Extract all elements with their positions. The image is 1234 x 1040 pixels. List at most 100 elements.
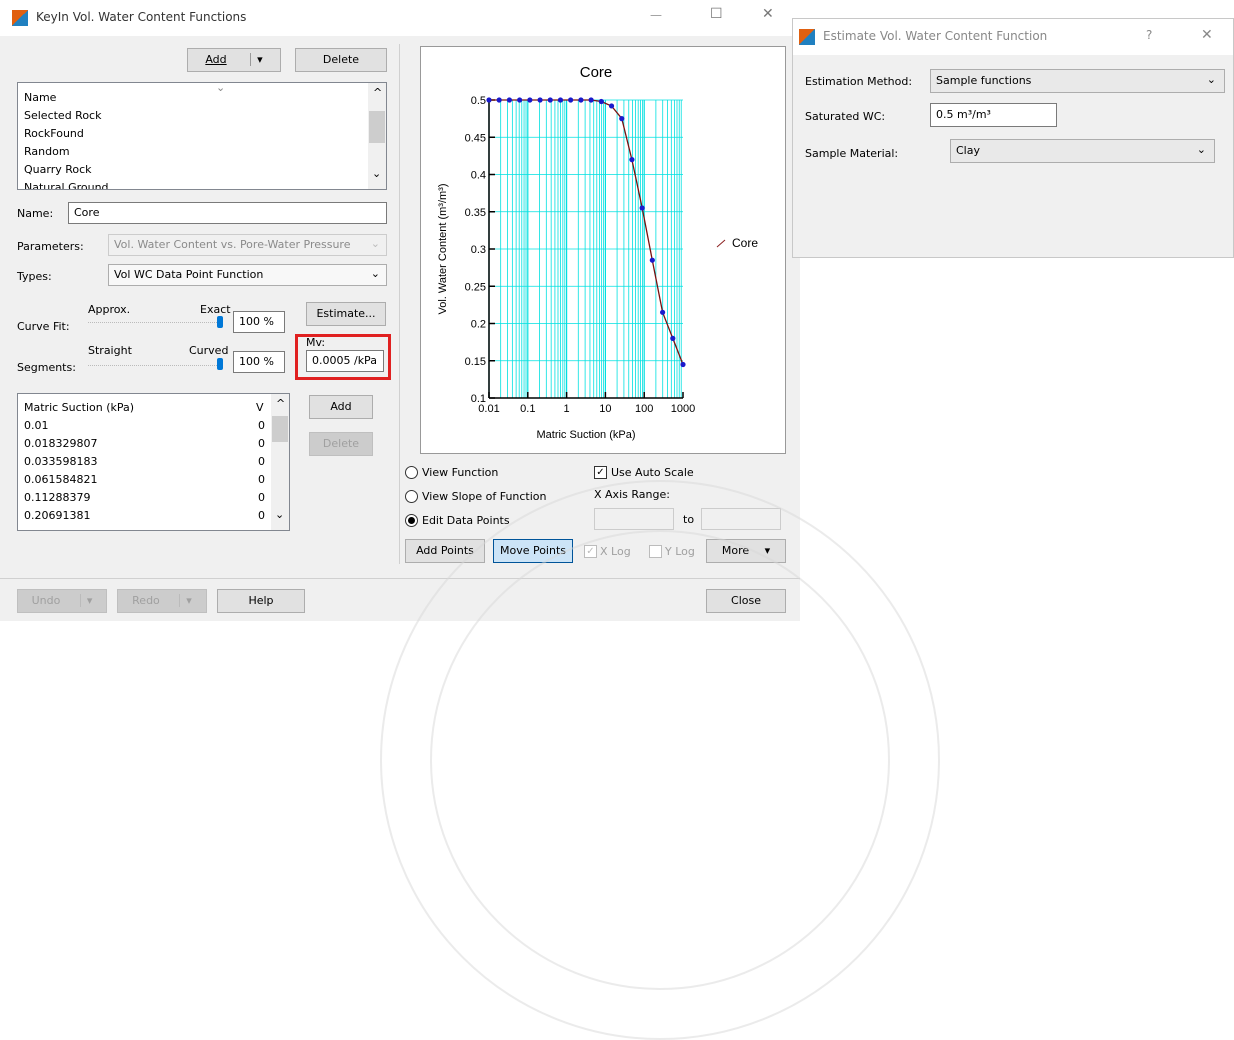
segments-percent[interactable]: 100 %	[233, 351, 285, 373]
edit-points-radio[interactable]	[405, 514, 418, 527]
table-cell-v: 0	[258, 437, 265, 450]
scroll-down-icon[interactable]: ⌄	[275, 508, 284, 521]
table-cell-suction: 0.033598183	[24, 455, 98, 468]
close-icon[interactable]: ✕	[1201, 27, 1213, 43]
estimate-window-title: Estimate Vol. Water Content Function	[823, 29, 1048, 43]
parameters-label: Parameters:	[17, 240, 84, 253]
chart-svg[interactable]: Core0.10.150.20.250.30.350.40.450.50.01 0…	[421, 47, 785, 453]
list-item[interactable]: Selected Rock	[18, 107, 368, 125]
estimate-button[interactable]: Estimate...	[306, 302, 386, 326]
close-window-button[interactable]: ✕	[762, 6, 774, 22]
table-row[interactable]: 0.033598183 0	[18, 453, 270, 471]
estimation-method-select[interactable]: Sample functions ⌄	[930, 69, 1225, 93]
redo-button: Redo ▾	[117, 589, 207, 613]
data-table[interactable]: Matric Suction (kPa) V 0.01 0 0.01832980…	[17, 393, 290, 531]
data-point	[680, 361, 686, 368]
data-point	[670, 335, 676, 341]
table-header-matric: Matric Suction (kPa)	[24, 401, 135, 414]
y-tick-label: 0.5	[471, 95, 486, 107]
data-point	[568, 97, 574, 103]
estimation-method-label: Estimation Method:	[805, 75, 913, 88]
add-function-button[interactable]: Add ▾	[187, 48, 281, 72]
segments-slider-thumb[interactable]	[217, 358, 223, 370]
auto-scale-checkbox[interactable]: ✓	[594, 466, 607, 479]
table-cell-v: 0	[258, 491, 265, 504]
curved-label: Curved	[189, 344, 229, 357]
view-slope-radio[interactable]	[405, 490, 418, 503]
data-point	[588, 97, 594, 103]
list-item[interactable]: Random	[18, 143, 368, 161]
curve-fit-slider[interactable]	[88, 322, 223, 326]
data-point	[598, 98, 604, 105]
data-table-scrollbar[interactable]: ^ ⌄	[271, 394, 289, 530]
view-function-radio[interactable]	[405, 466, 418, 479]
list-item[interactable]: Quarry Rock	[18, 161, 368, 179]
types-select[interactable]: Vol WC Data Point Function ⌄	[108, 264, 387, 286]
y-tick-label: 0.4	[471, 170, 486, 182]
x-tick-label: 0.01	[478, 403, 499, 415]
maximize-button[interactable]: ☐	[710, 6, 723, 22]
list-item[interactable]: Name	[18, 89, 368, 107]
y-tick-label: 0.3	[471, 244, 486, 256]
list-item[interactable]: Natural Ground	[18, 179, 368, 189]
table-header-v: V	[256, 401, 264, 414]
undo-button: Undo ▾	[17, 589, 107, 613]
function-list-scrollbar[interactable]: ^ ⌄	[368, 83, 386, 189]
list-item[interactable]: RockFound	[18, 125, 368, 143]
scroll-down-icon[interactable]: ⌄	[372, 167, 381, 180]
main-titlebar: KeyIn Vol. Water Content Functions — ☐ ✕	[0, 0, 800, 36]
name-field[interactable]: Core	[68, 202, 387, 224]
function-list[interactable]: ⌄ Name Selected Rock RockFound Random Qu…	[17, 82, 387, 190]
data-point	[517, 97, 523, 103]
help-icon[interactable]: ?	[1146, 28, 1152, 42]
data-point	[629, 157, 635, 163]
data-point	[557, 97, 564, 103]
edit-points-label[interactable]: Edit Data Points	[422, 514, 510, 527]
scroll-up-icon[interactable]: ^	[373, 86, 382, 99]
app-icon	[799, 29, 815, 45]
add-function-label: Add	[205, 53, 227, 66]
sample-material-select[interactable]: Clay ⌄	[950, 139, 1215, 163]
table-row[interactable]: 0.018329807 0	[18, 435, 270, 453]
data-point	[649, 257, 655, 263]
table-cell-suction: 0.11288379	[24, 491, 91, 504]
curve-fit-slider-thumb[interactable]	[217, 316, 223, 328]
delete-function-button[interactable]: Delete	[295, 48, 387, 72]
table-row[interactable]: 0.20691381 0	[18, 507, 270, 525]
y-axis-label: Vol. Water Content (m³/m³)	[437, 183, 449, 314]
scroll-thumb[interactable]	[369, 111, 385, 143]
estimate-titlebar: Estimate Vol. Water Content Function ? ✕	[793, 19, 1233, 55]
legend-label: Core	[732, 236, 758, 250]
app-icon	[12, 10, 28, 26]
mv-field[interactable]: 0.0005 /kPa	[306, 350, 384, 372]
parameters-value: Vol. Water Content vs. Pore-Water Pressu…	[114, 238, 351, 251]
view-function-label[interactable]: View Function	[422, 466, 498, 479]
segments-slider[interactable]	[88, 365, 223, 369]
main-window-title: KeyIn Vol. Water Content Functions	[36, 10, 247, 24]
data-point	[547, 97, 553, 103]
x-tick-label: 10	[599, 403, 611, 415]
table-row[interactable]: 0.11288379 0	[18, 489, 270, 507]
curve-fit-percent[interactable]: 100 %	[233, 311, 285, 333]
saturated-wc-label: Saturated WC:	[805, 110, 886, 123]
table-row[interactable]: 0.01 0	[18, 417, 270, 435]
segments-label: Segments:	[17, 361, 76, 374]
redo-dropdown-icon: ▾	[179, 594, 192, 607]
types-value: Vol WC Data Point Function	[114, 268, 264, 281]
help-button[interactable]: Help	[217, 589, 305, 613]
table-row[interactable]: 0.061584821 0	[18, 471, 270, 489]
estimate-window: Estimate Vol. Water Content Function ? ✕…	[792, 18, 1234, 258]
saturated-wc-field[interactable]: 0.5 m³/m³	[930, 103, 1057, 127]
view-slope-label[interactable]: View Slope of Function	[422, 490, 547, 503]
minimize-button[interactable]: —	[650, 8, 662, 22]
chevron-down-icon: ⌄	[1206, 73, 1216, 86]
add-row-button[interactable]: Add	[309, 395, 373, 419]
data-point	[506, 97, 513, 103]
scroll-thumb[interactable]	[272, 416, 288, 442]
auto-scale-label[interactable]: Use Auto Scale	[611, 466, 694, 479]
sample-material-value: Clay	[956, 144, 980, 157]
undo-dropdown-icon: ▾	[79, 594, 93, 607]
chart-panel: Core 0.1 0.15 0.2 0.25 0.3 0.35 0.4 0.45 0.5 0.01 0…	[420, 46, 786, 454]
scroll-up-icon[interactable]: ^	[276, 397, 285, 410]
add-dropdown-icon[interactable]: ▾	[250, 53, 263, 66]
